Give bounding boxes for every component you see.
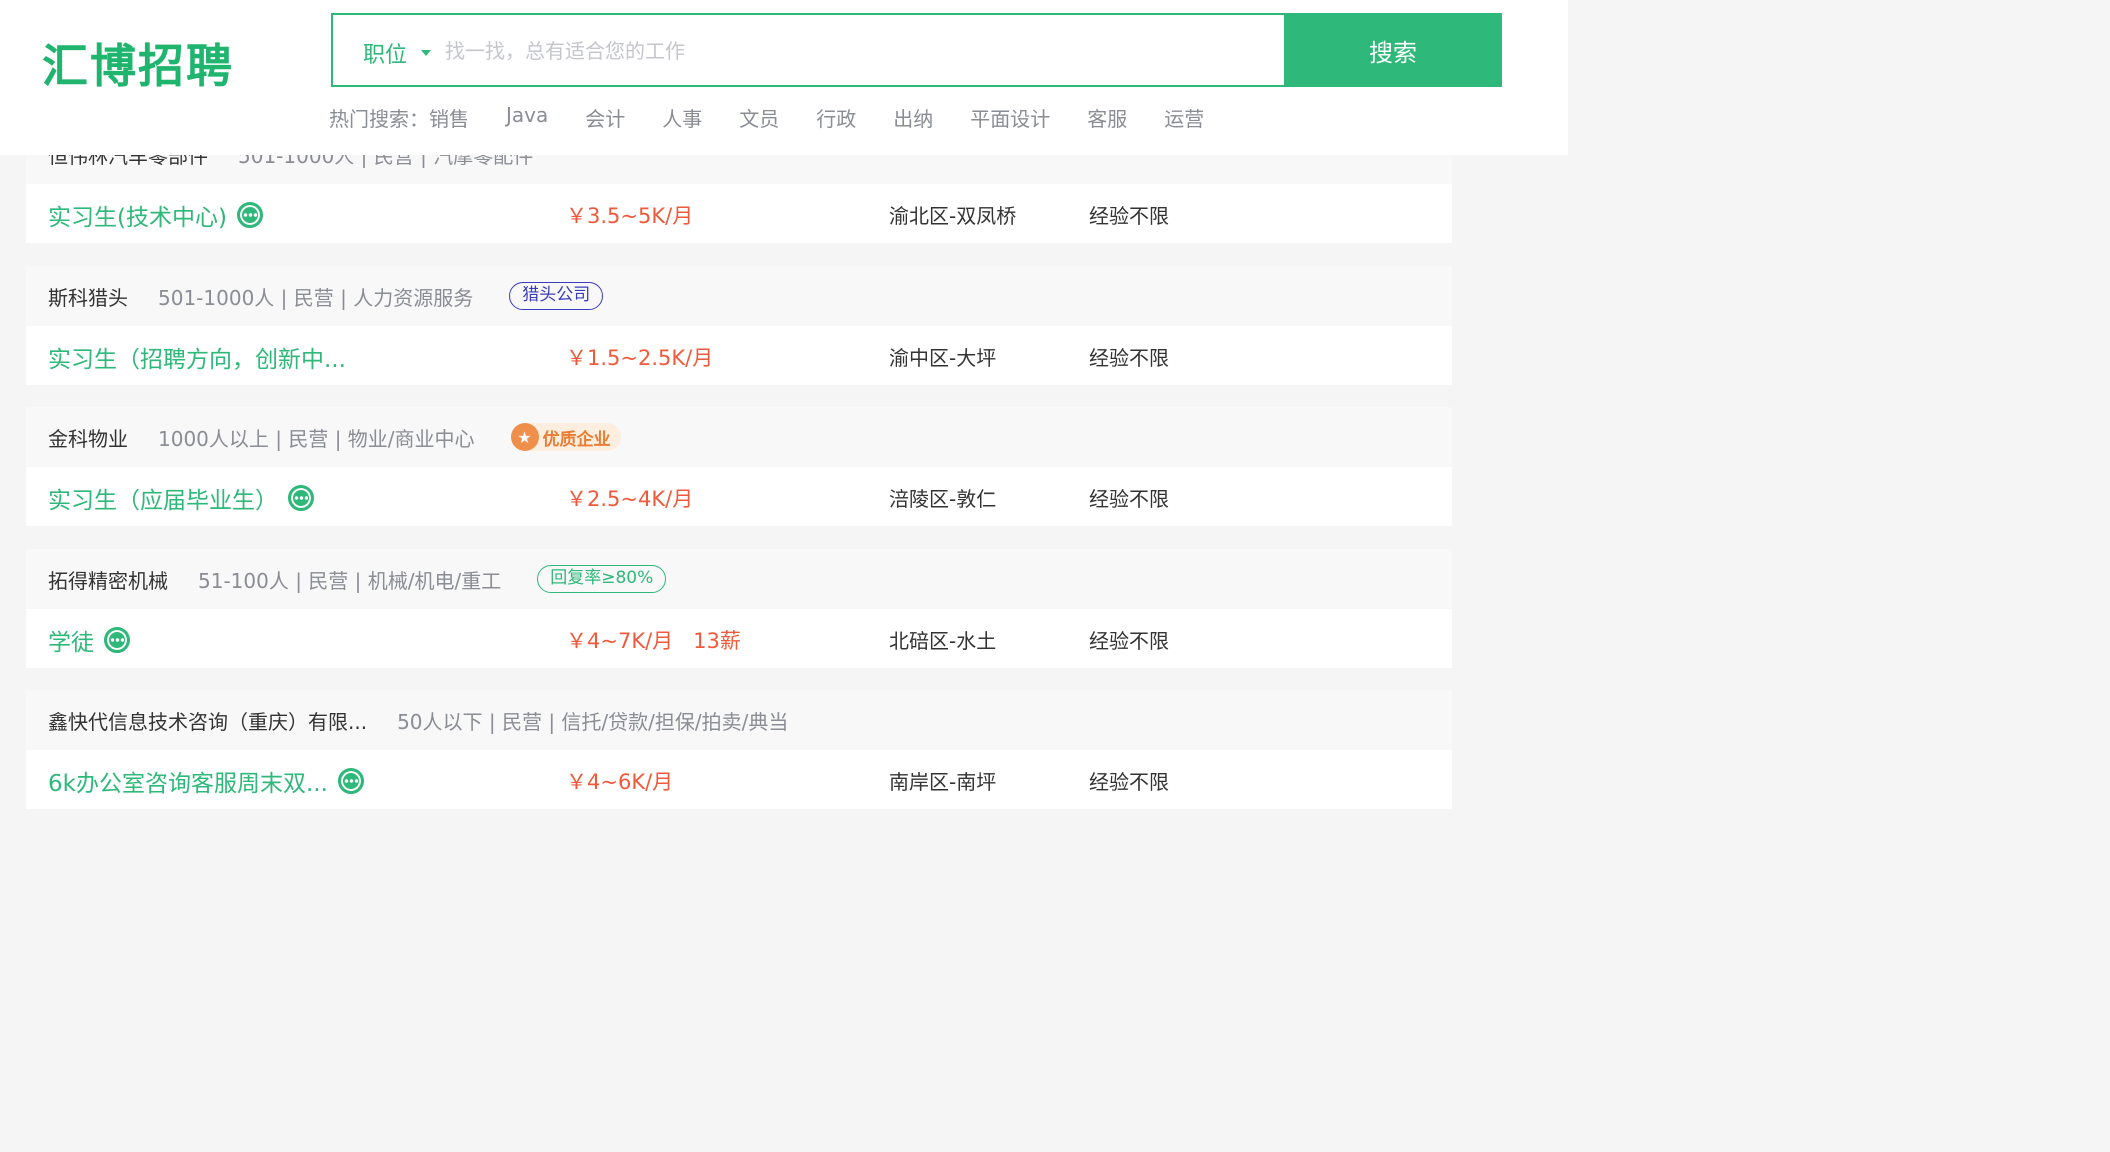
headhunter-tag: 猎头公司 xyxy=(509,282,604,310)
job-card: 鑫快代信息技术咨询（重庆）有限... 50人以下 | 民营 | 信托/贷款/担保… xyxy=(26,690,1452,809)
company-name[interactable]: 鑫快代信息技术咨询（重庆）有限... xyxy=(48,706,367,735)
header: 汇博招聘 职位 搜索 热门搜索： 销售 Java 会计 人事 文员 行政 出纳 … xyxy=(0,0,1568,155)
caret-down-icon xyxy=(421,50,432,56)
company-meta: 1000人以上 | 民营 | 物业/商业中心 xyxy=(158,426,475,451)
hot-search-item[interactable]: 出纳 xyxy=(893,103,933,132)
job-card: 拓得精密机械 51-100人 | 民营 | 机械/机电/重工 回复率≥80% 学… xyxy=(26,549,1452,668)
quality-company-tag: ★ 优质企业 xyxy=(510,423,621,451)
location: 北碚区-水土 xyxy=(889,629,997,653)
reply-rate-tag: 回复率≥80% xyxy=(537,565,667,593)
experience: 经验不限 xyxy=(1089,629,1169,653)
salary-bonus: 13薪 xyxy=(693,629,741,653)
job-title[interactable]: 实习生(技术中心) xyxy=(48,198,263,232)
hot-search-item[interactable]: 运营 xyxy=(1164,103,1204,132)
job-row[interactable]: 实习生（招聘方向，创新中... ￥1.5~2.5K/月 渝中区-大坪 经验不限 xyxy=(26,326,1452,385)
company-bar: 金科物业 1000人以上 | 民营 | 物业/商业中心 ★ 优质企业 xyxy=(26,407,1452,467)
job-row[interactable]: 实习生（应届毕业生） ￥2.5~4K/月 涪陵区-敦仁 经验不限 xyxy=(26,467,1452,526)
salary: ￥3.5~5K/月 xyxy=(566,204,694,228)
chat-icon[interactable] xyxy=(288,485,314,511)
chat-icon[interactable] xyxy=(337,768,364,794)
hot-search-item[interactable]: 客服 xyxy=(1087,103,1127,132)
quality-tag-label: 优质企业 xyxy=(542,429,611,450)
job-row[interactable]: 实习生(技术中心) ￥3.5~5K/月 渝北区-双凤桥 经验不限 xyxy=(26,184,1452,243)
search-category-label: 职位 xyxy=(363,43,408,68)
job-title-text[interactable]: 6k办公室咨询客服周末双... xyxy=(48,764,328,798)
hot-search-item[interactable]: 人事 xyxy=(662,103,702,132)
job-title-text[interactable]: 实习生（应届毕业生） xyxy=(48,481,278,515)
chat-icon[interactable] xyxy=(236,202,263,228)
company-bar: 拓得精密机械 51-100人 | 民营 | 机械/机电/重工 回复率≥80% xyxy=(26,549,1452,609)
hot-search-item[interactable]: 平面设计 xyxy=(970,103,1050,132)
job-title[interactable]: 实习生（应届毕业生） xyxy=(48,481,314,515)
hot-search-item[interactable]: Java xyxy=(506,103,548,132)
search-category-dropdown[interactable]: 职位 xyxy=(363,37,432,69)
hot-search: 热门搜索： 销售 Java 会计 人事 文员 行政 出纳 平面设计 客服 运营 xyxy=(329,103,1241,132)
job-title-text[interactable]: 实习生（招聘方向，创新中... xyxy=(48,340,346,374)
chat-icon[interactable] xyxy=(104,627,130,653)
salary: ￥2.5~4K/月 xyxy=(566,487,694,511)
hot-search-item[interactable]: 文员 xyxy=(739,103,779,132)
salary: ￥1.5~2.5K/月 xyxy=(566,346,714,370)
search-input[interactable] xyxy=(443,29,1263,73)
company-name[interactable]: 斯科猎头 xyxy=(48,282,128,311)
location: 渝北区-双凤桥 xyxy=(889,204,1017,228)
company-meta: 51-100人 | 民营 | 机械/机电/重工 xyxy=(198,568,502,593)
experience: 经验不限 xyxy=(1089,204,1169,228)
salary: ￥4~7K/月 13薪 xyxy=(566,625,741,655)
company-bar: 斯科猎头 501-1000人 | 民营 | 人力资源服务 猎头公司 xyxy=(26,266,1452,326)
search-box: 职位 xyxy=(331,13,1285,87)
job-card: 金科物业 1000人以上 | 民营 | 物业/商业中心 ★ 优质企业 实习生（应… xyxy=(26,407,1452,526)
location: 涪陵区-敦仁 xyxy=(889,487,997,511)
hot-search-label: 热门搜索： xyxy=(329,107,429,131)
job-title-text[interactable]: 学徒 xyxy=(48,623,94,657)
hot-search-item[interactable]: 行政 xyxy=(816,103,856,132)
search-button[interactable]: 搜索 xyxy=(1284,13,1502,87)
job-title[interactable]: 学徒 xyxy=(48,623,130,657)
job-row[interactable]: 6k办公室咨询客服周末双... ￥4~6K/月 南岸区-南坪 经验不限 xyxy=(26,750,1452,809)
job-card: 斯科猎头 501-1000人 | 民营 | 人力资源服务 猎头公司 实习生（招聘… xyxy=(26,266,1452,385)
salary: ￥4~6K/月 xyxy=(566,770,674,794)
location: 渝中区-大坪 xyxy=(889,346,997,370)
company-name[interactable]: 拓得精密机械 xyxy=(48,565,168,594)
job-title-text[interactable]: 实习生(技术中心) xyxy=(48,198,227,232)
experience: 经验不限 xyxy=(1089,346,1169,370)
hot-search-item[interactable]: 会计 xyxy=(585,103,625,132)
job-title[interactable]: 实习生（招聘方向，创新中... xyxy=(48,340,346,374)
job-row[interactable]: 学徒 ￥4~7K/月 13薪 北碚区-水土 经验不限 xyxy=(26,609,1452,668)
star-icon: ★ xyxy=(510,423,539,451)
location: 南岸区-南坪 xyxy=(889,770,997,794)
salary-range: ￥4~7K/月 xyxy=(566,629,674,653)
company-meta: 50人以下 | 民营 | 信托/贷款/担保/拍卖/典当 xyxy=(397,709,789,734)
job-title[interactable]: 6k办公室咨询客服周末双... xyxy=(48,764,364,798)
company-bar: 鑫快代信息技术咨询（重庆）有限... 50人以下 | 民营 | 信托/贷款/担保… xyxy=(26,690,1452,750)
experience: 经验不限 xyxy=(1089,487,1169,511)
company-name[interactable]: 金科物业 xyxy=(48,423,128,452)
hot-search-item[interactable]: 销售 xyxy=(429,103,469,132)
experience: 经验不限 xyxy=(1089,770,1169,794)
site-logo[interactable]: 汇博招聘 xyxy=(42,30,234,96)
company-meta: 501-1000人 | 民营 | 人力资源服务 xyxy=(158,285,474,310)
